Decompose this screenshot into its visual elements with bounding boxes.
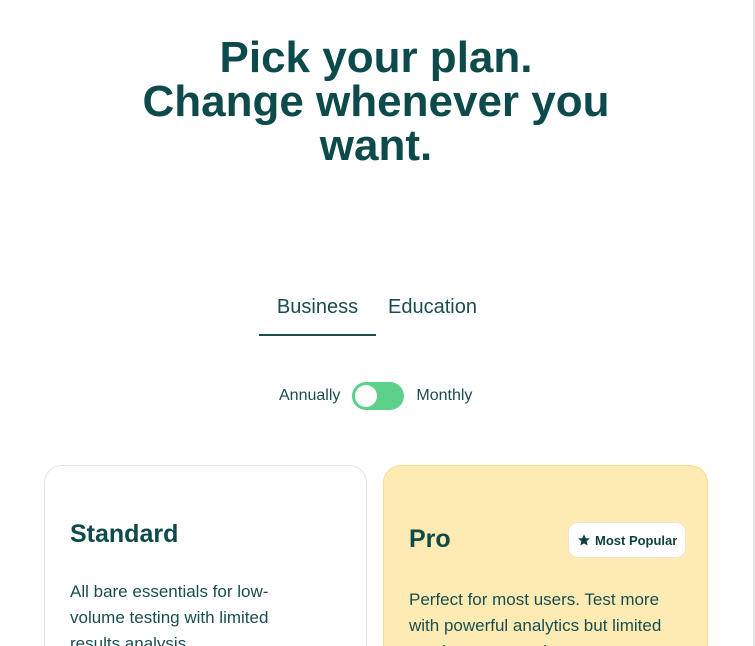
tab-business[interactable]: Business [259,290,376,336]
title-line-2: Change whenever you [142,77,610,126]
tab-education[interactable]: Education [376,290,489,334]
billing-period-switch: Annually Monthly [279,382,472,410]
toggle-knob [355,385,378,407]
annually-label: Annually [279,387,341,404]
plan-card-pro: Pro Most Popular Perfect for most users.… [383,465,708,646]
monthly-label: Monthly [416,387,473,404]
plan-name: Standard [70,520,179,548]
title-line-1: Pick your plan. [219,33,533,82]
title-line-3: want. [319,121,433,170]
billing-toggle[interactable] [352,382,405,410]
badge-label: Most Popular [595,532,678,548]
star-icon [578,534,590,546]
pricing-page: Pick your plan. Change whenever you want… [0,0,755,646]
plan-description: All bare essentials for low-volume testi… [70,582,269,646]
plan-name: Pro [409,525,451,553]
plan-description: Perfect for most users. Test more with p… [409,590,662,646]
plan-type-tabs: Business Education [259,290,489,336]
most-popular-badge: Most Popular [568,522,687,558]
plan-card-standard: Standard All bare essentials for low-vol… [44,465,367,646]
page-title: Pick your plan. Change whenever you want… [0,36,752,168]
